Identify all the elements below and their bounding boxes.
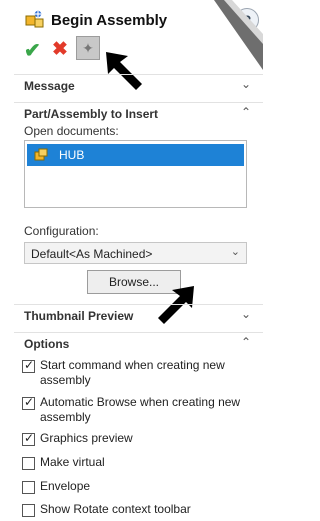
checkbox[interactable] — [22, 457, 35, 470]
checkbox[interactable] — [22, 481, 35, 494]
ok-button[interactable]: ✔ — [24, 38, 41, 63]
option-label: Start command when creating new assembly — [40, 358, 225, 387]
chevron-down-icon: ⌄ — [230, 246, 240, 258]
checkbox[interactable] — [22, 431, 35, 446]
option-label: Make virtual — [40, 455, 105, 469]
part-insert-section-title: Part/Assembly to Insert — [24, 107, 159, 121]
chevron-down-icon: ⌄ — [240, 307, 251, 321]
option-label: Graphics preview — [40, 431, 133, 445]
checkbox[interactable] — [22, 358, 35, 373]
options-section-header[interactable]: Options ⌃ — [14, 332, 263, 355]
option-label: Show Rotate context toolbar — [40, 502, 191, 516]
option-label: Automatic Browse when creating new assem… — [40, 395, 241, 424]
configuration-select[interactable]: Default<As Machined> ⌄ — [24, 242, 247, 264]
pushpin-button[interactable]: ✦ — [76, 36, 100, 60]
corner-graphic — [214, 0, 263, 70]
open-documents-label: Open documents: — [24, 124, 119, 138]
options-section-title: Options — [24, 337, 70, 351]
message-section-title: Message — [24, 79, 75, 93]
option-label: Envelope — [40, 479, 91, 493]
configuration-label: Configuration: — [24, 224, 99, 238]
thumbnail-section-title: Thumbnail Preview — [24, 309, 134, 323]
message-section-header[interactable]: Message ⌄ — [14, 74, 263, 97]
part-icon — [34, 148, 48, 161]
chevron-up-icon: ⌃ — [240, 335, 251, 349]
part-insert-section-header[interactable]: Part/Assembly to Insert ⌃ — [14, 102, 263, 125]
list-item[interactable]: HUB — [27, 144, 244, 166]
document-name: HUB — [59, 148, 85, 162]
open-documents-list[interactable]: HUB — [24, 140, 247, 208]
checkmark-icon: ✔ — [24, 40, 41, 62]
begin-assembly-panel: Begin Assembly ? ✔ ✖ ✦ Message ⌄ Part/As… — [14, 0, 263, 521]
chevron-down-icon: ⌄ — [240, 77, 251, 91]
checkbox[interactable] — [22, 504, 35, 517]
configuration-value: Default<As Machined> — [31, 247, 153, 261]
page-title: Begin Assembly — [51, 12, 168, 29]
checkbox[interactable] — [22, 395, 35, 410]
close-icon: ✖ — [52, 39, 68, 60]
chevron-up-icon: ⌃ — [240, 105, 251, 119]
thumbnail-section-header[interactable]: Thumbnail Preview ⌄ — [14, 304, 263, 327]
cancel-button[interactable]: ✖ — [52, 38, 68, 61]
pushpin-icon: ✦ — [82, 40, 94, 56]
assembly-icon — [25, 10, 44, 28]
